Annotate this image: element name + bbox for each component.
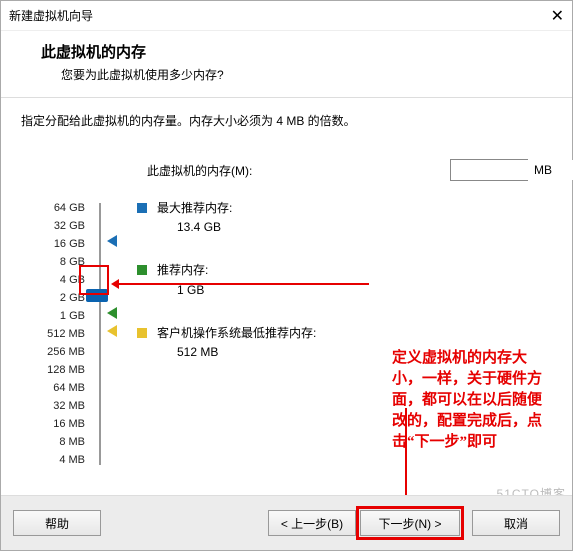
memory-stepper[interactable]: ▲ ▼ [450, 159, 528, 181]
scale-tick: 2 GB [21, 289, 85, 307]
legend-max-value: 13.4 GB [177, 218, 232, 237]
cancel-button[interactable]: 取消 [472, 510, 560, 536]
scale-tick: 4 GB [21, 271, 85, 289]
page-subtitle: 您要为此虚拟机使用多少内存? [61, 66, 554, 83]
annotation-arrow-left [119, 283, 369, 285]
scale-tick: 64 MB [21, 379, 85, 397]
legend-rec-label: 推荐内存: [157, 261, 208, 280]
close-icon[interactable]: ✕ [551, 6, 564, 26]
scale-tick: 128 MB [21, 361, 85, 379]
scale-tick: 8 GB [21, 253, 85, 271]
memory-input[interactable] [451, 160, 573, 180]
scale-tick: 512 MB [21, 325, 85, 343]
page-title: 此虚拟机的内存 [41, 41, 554, 62]
memory-scale-labels: 64 GB32 GB16 GB8 GB4 GB2 GB1 GB512 MB256… [21, 199, 85, 469]
scale-tick: 32 GB [21, 217, 85, 235]
window-title: 新建虚拟机向导 [9, 7, 93, 24]
legend-max-icon [137, 203, 147, 213]
next-button[interactable]: 下一步(N) > [360, 510, 460, 536]
memory-label: 此虚拟机的内存(M): [147, 162, 252, 179]
legend-rec-icon [137, 265, 147, 275]
legend-max-label: 最大推荐内存: [157, 199, 232, 218]
annotation-text: 定义虚拟机的内存大小，一样，关于硬件方面，都可以在以后随便改的，配置完成后，点击… [392, 348, 546, 453]
scale-tick: 16 GB [21, 235, 85, 253]
max-marker-icon [107, 235, 117, 247]
memory-slider[interactable] [91, 199, 109, 469]
scale-tick: 1 GB [21, 307, 85, 325]
scale-tick: 32 MB [21, 397, 85, 415]
min-marker-icon [107, 325, 117, 337]
legend-min-value: 512 MB [177, 343, 316, 362]
recommended-marker-icon [107, 307, 117, 319]
instruction-text: 指定分配给此虚拟机的内存量。内存大小必须为 4 MB 的倍数。 [21, 112, 552, 129]
legend-min-icon [137, 328, 147, 338]
scale-tick: 8 MB [21, 433, 85, 451]
memory-unit: MB [534, 163, 552, 177]
scale-tick: 64 GB [21, 199, 85, 217]
help-button[interactable]: 帮助 [13, 510, 101, 536]
scale-tick: 16 MB [21, 415, 85, 433]
legend-min-label: 客户机操作系统最低推荐内存: [157, 324, 316, 343]
scale-tick: 4 MB [21, 451, 85, 469]
back-button[interactable]: < 上一步(B) [268, 510, 356, 536]
highlight-box-slider [79, 265, 109, 295]
scale-tick: 256 MB [21, 343, 85, 361]
highlight-box-next: 下一步(N) > [356, 506, 464, 540]
